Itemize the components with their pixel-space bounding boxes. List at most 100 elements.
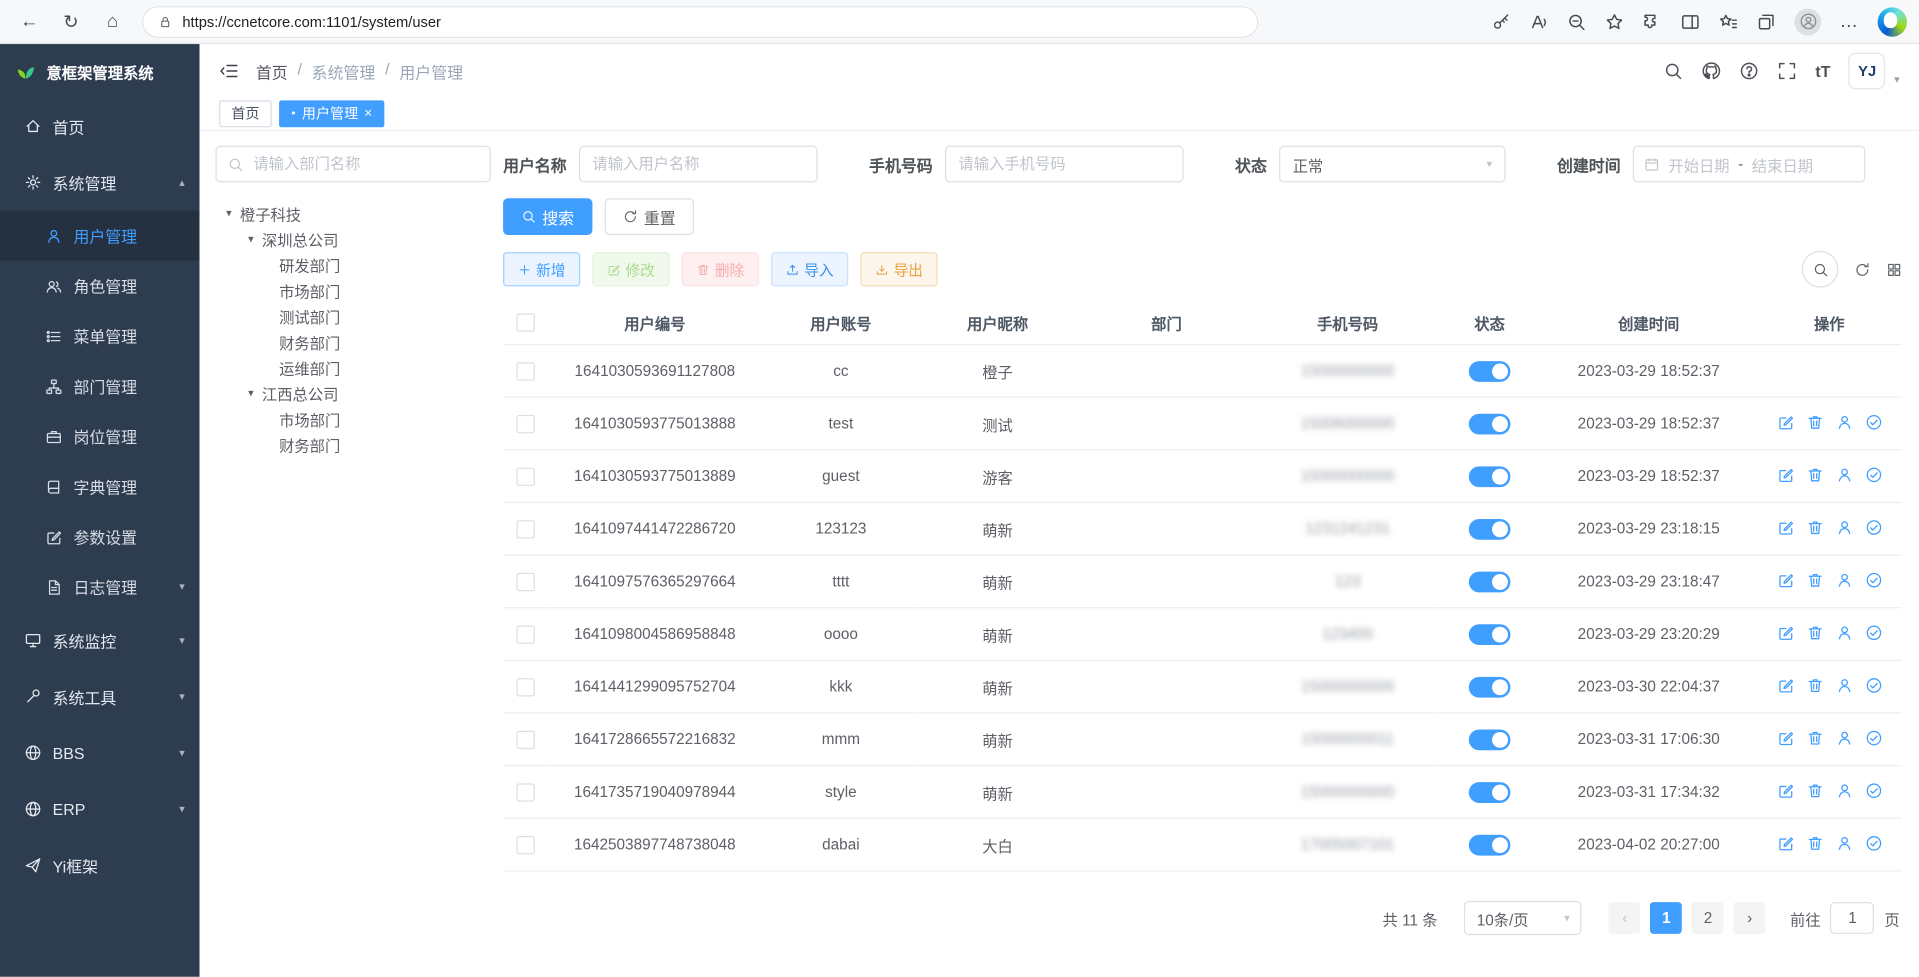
reset-password-icon[interactable]	[1835, 518, 1852, 535]
tree-node[interactable]: ▾ 深圳总公司	[215, 226, 490, 252]
read-aloud-icon[interactable]	[1529, 12, 1549, 32]
toggle-search-button[interactable]	[1802, 251, 1839, 288]
import-button[interactable]: 导入	[771, 252, 848, 286]
delete-icon[interactable]	[1806, 466, 1823, 483]
row-checkbox[interactable]	[516, 625, 534, 643]
sidebar-item-yi-framework[interactable]: Yi框架	[0, 837, 200, 893]
password-key-icon[interactable]	[1492, 12, 1510, 30]
fullscreen-icon[interactable]	[1777, 61, 1797, 81]
assign-role-icon[interactable]	[1865, 729, 1882, 746]
prev-page-button[interactable]: ‹	[1609, 902, 1641, 934]
row-checkbox[interactable]	[516, 414, 534, 432]
status-toggle[interactable]	[1469, 624, 1511, 645]
page-button-1[interactable]: 1	[1651, 902, 1683, 934]
split-screen-icon[interactable]	[1681, 12, 1701, 32]
status-toggle[interactable]	[1469, 834, 1511, 855]
tab-user-mgmt[interactable]: ● 用户管理 ×	[279, 100, 384, 127]
sidebar-item-role-mgmt[interactable]: 角色管理	[0, 261, 200, 311]
reset-password-icon[interactable]	[1835, 729, 1852, 746]
avatar[interactable]: YJ	[1849, 53, 1886, 90]
row-checkbox[interactable]	[516, 362, 534, 380]
delete-icon[interactable]	[1806, 834, 1823, 851]
sidebar-item-log-mgmt[interactable]: 日志管理 ▾	[0, 562, 200, 612]
browser-home-button[interactable]: ⌂	[95, 4, 129, 38]
sidebar-item-bbs[interactable]: BBS ▾	[0, 725, 200, 781]
refresh-table-button[interactable]	[1854, 261, 1870, 277]
date-range-picker[interactable]: 开始日期 - 结束日期	[1633, 146, 1866, 183]
status-select[interactable]: 正常 ▾	[1279, 146, 1505, 183]
sidebar-item-dict-mgmt[interactable]: 字典管理	[0, 461, 200, 511]
row-checkbox[interactable]	[516, 572, 534, 590]
reset-button[interactable]: 重置	[605, 198, 694, 235]
tree-node[interactable]: ▾ 运维部门	[215, 355, 490, 381]
edit-icon[interactable]	[1777, 729, 1794, 746]
browser-profile-avatar[interactable]	[1794, 8, 1821, 35]
sidebar-item-system-monitor[interactable]: 系统监控 ▾	[0, 612, 200, 668]
favorites-bar-icon[interactable]	[1718, 12, 1738, 32]
modify-button[interactable]: 修改	[592, 252, 669, 286]
breadcrumb-home[interactable]: 首页	[256, 59, 288, 82]
sidebar-fold-icon[interactable]	[219, 61, 239, 81]
reset-password-icon[interactable]	[1835, 466, 1852, 483]
sidebar-item-user-mgmt[interactable]: 用户管理	[0, 211, 200, 261]
breadcrumb-section[interactable]: 系统管理	[312, 59, 376, 82]
select-all-checkbox[interactable]	[516, 313, 534, 331]
row-checkbox[interactable]	[516, 467, 534, 485]
collections-icon[interactable]	[1756, 12, 1776, 32]
status-toggle[interactable]	[1469, 571, 1511, 592]
assign-role-icon[interactable]	[1865, 413, 1882, 430]
tree-node[interactable]: ▾ 橙子科技	[215, 201, 490, 227]
assign-role-icon[interactable]	[1865, 624, 1882, 641]
assign-role-icon[interactable]	[1865, 518, 1882, 535]
sidebar-item-param-settings[interactable]: 参数设置	[0, 512, 200, 562]
reset-password-icon[interactable]	[1835, 413, 1852, 430]
delete-icon[interactable]	[1806, 518, 1823, 535]
url-text[interactable]: https://ccnetcore.com:1101/system/user	[182, 13, 441, 30]
page-button-2[interactable]: 2	[1692, 902, 1724, 934]
edit-icon[interactable]	[1777, 676, 1794, 693]
add-button[interactable]: 新增	[503, 252, 580, 286]
edit-icon[interactable]	[1777, 782, 1794, 799]
browser-refresh-button[interactable]: ↻	[54, 4, 88, 38]
status-toggle[interactable]	[1469, 466, 1511, 487]
sidebar-item-menu-mgmt[interactable]: 菜单管理	[0, 311, 200, 361]
github-icon[interactable]	[1702, 61, 1722, 81]
zoom-out-icon[interactable]	[1567, 12, 1587, 32]
delete-icon[interactable]	[1806, 676, 1823, 693]
font-size-icon[interactable]: tT	[1815, 62, 1830, 80]
tree-node[interactable]: ▾ 市场部门	[215, 406, 490, 432]
reset-password-icon[interactable]	[1835, 571, 1852, 588]
edit-icon[interactable]	[1777, 624, 1794, 641]
search-button[interactable]: 搜索	[503, 198, 592, 235]
tree-node[interactable]: ▾ 测试部门	[215, 304, 490, 330]
status-toggle[interactable]	[1469, 413, 1511, 434]
row-checkbox[interactable]	[516, 783, 534, 801]
status-toggle[interactable]	[1469, 782, 1511, 803]
row-checkbox[interactable]	[516, 678, 534, 696]
edit-icon[interactable]	[1777, 571, 1794, 588]
tree-node[interactable]: ▾ 财务部门	[215, 329, 490, 355]
tree-node[interactable]: ▾ 市场部门	[215, 278, 490, 304]
sidebar-item-system-tools[interactable]: 系统工具 ▾	[0, 668, 200, 724]
status-toggle[interactable]	[1469, 518, 1511, 539]
delete-icon[interactable]	[1806, 782, 1823, 799]
row-checkbox[interactable]	[516, 835, 534, 853]
status-toggle[interactable]	[1469, 729, 1511, 750]
search-icon[interactable]	[1664, 61, 1684, 81]
assign-role-icon[interactable]	[1865, 834, 1882, 851]
column-settings-button[interactable]	[1886, 261, 1902, 277]
sidebar-item-post-mgmt[interactable]: 岗位管理	[0, 411, 200, 461]
status-toggle[interactable]	[1469, 676, 1511, 697]
assign-role-icon[interactable]	[1865, 466, 1882, 483]
extensions-puzzle-icon[interactable]	[1643, 12, 1663, 32]
edit-icon[interactable]	[1777, 518, 1794, 535]
delete-icon[interactable]	[1806, 624, 1823, 641]
sidebar-item-erp[interactable]: ERP ▾	[0, 781, 200, 837]
sidebar-item-dept-mgmt[interactable]: 部门管理	[0, 361, 200, 411]
delete-button[interactable]: 删除	[682, 252, 759, 286]
edit-icon[interactable]	[1777, 466, 1794, 483]
assign-role-icon[interactable]	[1865, 676, 1882, 693]
status-toggle[interactable]	[1469, 360, 1511, 381]
next-page-button[interactable]: ›	[1734, 902, 1766, 934]
reset-password-icon[interactable]	[1835, 624, 1852, 641]
